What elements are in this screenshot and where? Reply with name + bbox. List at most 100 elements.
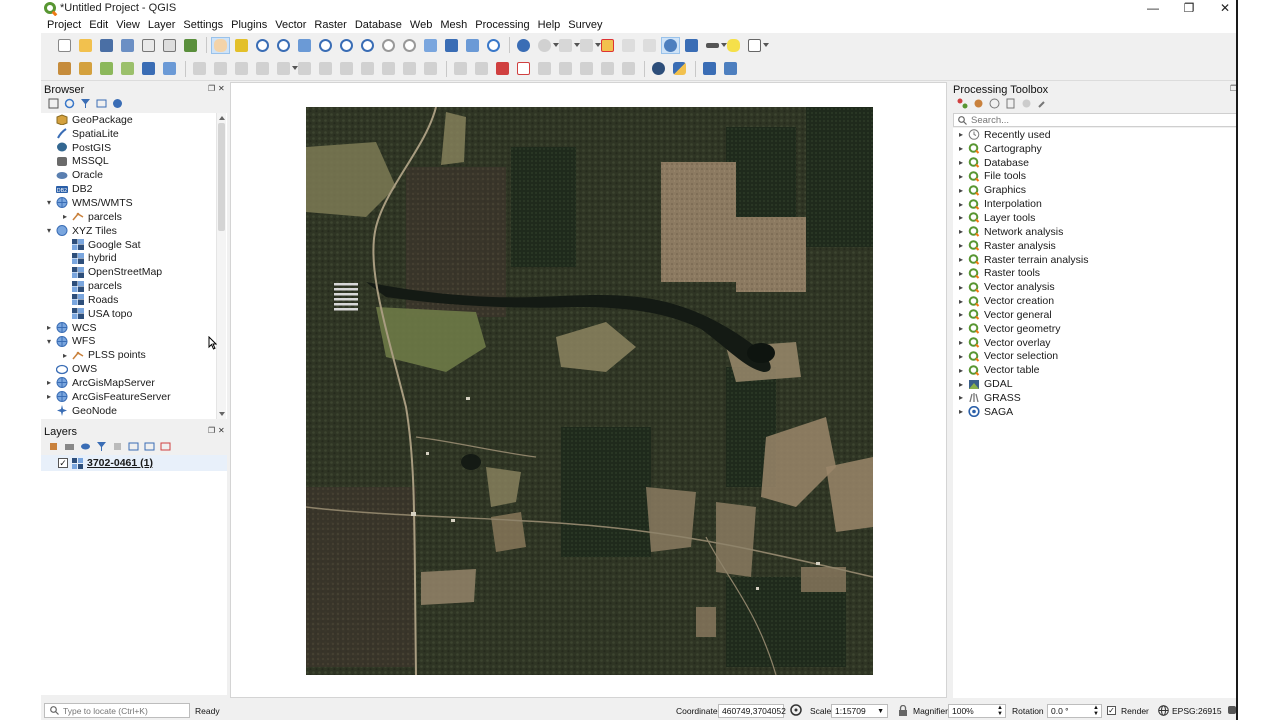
- collapsed-arrow-icon[interactable]: ▸: [956, 352, 966, 361]
- collapsed-arrow-icon[interactable]: ▸: [956, 227, 966, 236]
- browser-scrollbar[interactable]: [216, 113, 226, 419]
- browser-item[interactable]: ▾ XYZ Tiles: [41, 224, 227, 238]
- collapsed-arrow-icon[interactable]: ▸: [44, 392, 54, 401]
- scripts-button[interactable]: [971, 97, 985, 109]
- add-group-button[interactable]: [62, 440, 76, 452]
- collapsed-arrow-icon[interactable]: ▸: [956, 366, 966, 375]
- edit-features-inplace-button[interactable]: [1019, 97, 1033, 109]
- collapsed-arrow-icon[interactable]: ▸: [956, 269, 966, 278]
- float-panel-icon[interactable]: ❐: [208, 426, 215, 435]
- browser-item[interactable]: ▸ ArcGisMapServer: [41, 376, 227, 390]
- toolbox-group[interactable]: ▸ File tools: [953, 170, 1237, 184]
- browser-item[interactable]: Google Sat: [41, 238, 227, 252]
- statistical-summary-button[interactable]: [682, 37, 701, 54]
- new-project-button[interactable]: [55, 37, 74, 54]
- browser-item[interactable]: Oracle: [41, 168, 227, 182]
- lock-scale-icon[interactable]: [898, 705, 908, 716]
- run-feature-action-button[interactable]: [535, 37, 559, 54]
- extents-toggle-icon[interactable]: [790, 704, 802, 716]
- coordinate-field[interactable]: 460749,3704052: [718, 704, 786, 718]
- toolbox-group[interactable]: ▸ Vector table: [953, 363, 1237, 377]
- browser-item[interactable]: ▸ ArcGisFeatureServer: [41, 390, 227, 404]
- save-project-button[interactable]: [97, 37, 116, 54]
- render-checkbox[interactable]: ✓: [1107, 706, 1116, 715]
- browser-item[interactable]: USA topo: [41, 307, 227, 321]
- layout-manager-button[interactable]: [160, 37, 179, 54]
- browser-item[interactable]: parcels: [41, 279, 227, 293]
- identify-features-button[interactable]: [514, 37, 533, 54]
- toolbox-group[interactable]: ▸ SAGA: [953, 405, 1237, 419]
- browser-item[interactable]: ▸ parcels: [41, 210, 227, 224]
- menu-database[interactable]: Database: [352, 19, 405, 31]
- crs-globe-icon[interactable]: [1158, 705, 1169, 716]
- browser-item[interactable]: ▸ PLSS points: [41, 348, 227, 362]
- pin-labels-button[interactable]: [472, 60, 491, 77]
- filter-by-expression-button[interactable]: [110, 440, 124, 452]
- browser-item[interactable]: GeoNode: [41, 404, 227, 418]
- paste-features-button[interactable]: [379, 60, 398, 77]
- new-temp-layer-button[interactable]: [118, 60, 137, 77]
- toolbox-group[interactable]: ▸ Vector creation: [953, 294, 1237, 308]
- data-source-manager-button[interactable]: [55, 60, 74, 77]
- map-canvas[interactable]: [230, 82, 947, 698]
- scale-combobox[interactable]: 1:15709 ▼: [831, 704, 888, 718]
- expanded-arrow-icon[interactable]: ▾: [44, 198, 54, 207]
- menu-survey[interactable]: Survey: [565, 19, 605, 31]
- collapsed-arrow-icon[interactable]: ▸: [956, 297, 966, 306]
- collapsed-arrow-icon[interactable]: ▸: [956, 186, 966, 195]
- magnifier-spinbox[interactable]: 100% ▲ ▼: [948, 704, 1006, 718]
- collapsed-arrow-icon[interactable]: ▸: [956, 130, 966, 139]
- options-button[interactable]: [1035, 97, 1049, 109]
- browser-item[interactable]: MSSQL: [41, 155, 227, 169]
- browser-item[interactable]: ▾ WMS/WMTS: [41, 196, 227, 210]
- zoom-to-selection-button[interactable]: [316, 37, 335, 54]
- aerial-imagery-raster[interactable]: [306, 107, 873, 675]
- collapsed-arrow-icon[interactable]: ▸: [956, 338, 966, 347]
- menu-settings[interactable]: Settings: [180, 19, 226, 31]
- locator-input[interactable]: [63, 705, 183, 716]
- zoom-next-button[interactable]: [400, 37, 419, 54]
- manage-themes-button[interactable]: [78, 440, 92, 452]
- deselect-all-button[interactable]: [598, 37, 617, 54]
- toolbox-group[interactable]: ▸ Interpolation: [953, 197, 1237, 211]
- browser-item[interactable]: PostGIS: [41, 141, 227, 155]
- browser-item[interactable]: Roads: [41, 293, 227, 307]
- zoom-out-button[interactable]: [274, 37, 293, 54]
- processing-toolbox-button[interactable]: [661, 36, 680, 54]
- collapsed-arrow-icon[interactable]: ▸: [956, 158, 966, 167]
- select-all-button[interactable]: [577, 37, 601, 54]
- menu-view[interactable]: View: [113, 19, 143, 31]
- show-hide-labels-button[interactable]: [514, 60, 533, 77]
- layer-row[interactable]: ✓ 3702-0461 (1): [41, 455, 227, 471]
- menu-web[interactable]: Web: [407, 19, 435, 31]
- collapsed-arrow-icon[interactable]: ▸: [956, 324, 966, 333]
- collapse-all-layers-button[interactable]: [142, 440, 156, 452]
- new-map-view-button[interactable]: [421, 37, 440, 54]
- menu-mesh[interactable]: Mesh: [437, 19, 470, 31]
- toolbox-group[interactable]: ▸ Vector overlay: [953, 336, 1237, 350]
- collapsed-arrow-icon[interactable]: ▸: [956, 380, 966, 389]
- open-attribute-table-button[interactable]: [619, 37, 638, 54]
- menu-project[interactable]: Project: [44, 19, 84, 31]
- pan-map-button[interactable]: [211, 36, 230, 54]
- modify-attributes-button[interactable]: [295, 60, 314, 77]
- browser-item[interactable]: OWS: [41, 362, 227, 376]
- open-layer-styling-button[interactable]: [46, 440, 60, 452]
- expanded-arrow-icon[interactable]: ▾: [44, 226, 54, 235]
- save-edits-button[interactable]: [232, 60, 251, 77]
- collapsed-arrow-icon[interactable]: ▸: [60, 212, 70, 221]
- undo-button[interactable]: [400, 60, 419, 77]
- scroll-up-icon[interactable]: [219, 116, 225, 120]
- collapsed-arrow-icon[interactable]: ▸: [44, 378, 54, 387]
- locator-bar[interactable]: [44, 703, 190, 718]
- toolbox-search-input[interactable]: [971, 114, 1231, 126]
- toolbox-group[interactable]: ▸ Raster analysis: [953, 239, 1237, 253]
- help-button[interactable]: [700, 60, 719, 77]
- minimize-button[interactable]: —: [1135, 0, 1171, 16]
- new-bookmark-button[interactable]: [442, 37, 461, 54]
- spin-arrows-icon[interactable]: ▲ ▼: [997, 705, 1003, 717]
- collapsed-arrow-icon[interactable]: ▸: [956, 407, 966, 416]
- toolbox-group[interactable]: ▸ Raster tools: [953, 266, 1237, 280]
- toolbox-group[interactable]: ▸ Vector selection: [953, 350, 1237, 364]
- menu-help[interactable]: Help: [535, 19, 564, 31]
